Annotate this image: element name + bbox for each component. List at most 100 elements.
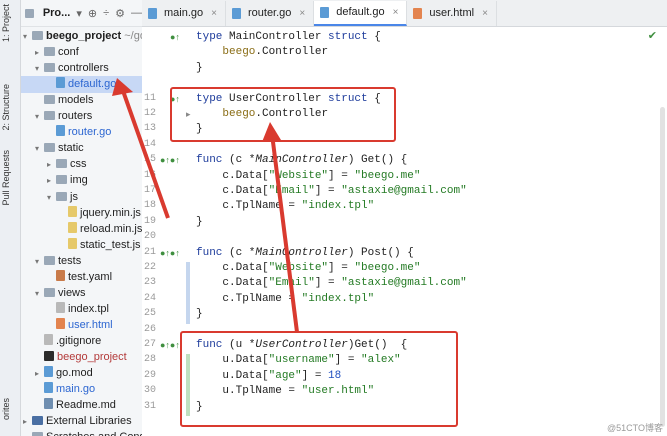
tree-item[interactable]: ▸ External Libraries (21, 413, 132, 430)
code-line[interactable]: c.Data["Website"] = "beego.me" (196, 170, 420, 182)
implements-gutter-icon[interactable]: ●↑●↑ (160, 248, 180, 258)
tree-item[interactable]: ▸ css (21, 156, 87, 173)
tree-item-label: index.tpl (68, 302, 109, 315)
tab-default-go[interactable]: default.go × (314, 1, 408, 26)
folder-icon (44, 255, 55, 265)
project-panel-title[interactable]: Pro... (43, 7, 71, 19)
tree-item[interactable]: ▾ js (21, 189, 78, 206)
line-number: 30 (143, 385, 156, 397)
chevron-down-icon[interactable]: ▾ (35, 253, 44, 270)
tree-item-label: routers (58, 110, 93, 123)
gear-icon[interactable]: ⚙ (115, 7, 125, 20)
code-line[interactable]: c.Data["Email"] = "astaxie@gmail.com" (196, 277, 466, 289)
chevron-down-icon[interactable]: ▾ (35, 285, 44, 302)
implements-gutter-icon[interactable]: ●↑ (170, 32, 180, 42)
chevron-right-icon[interactable]: ▸ (23, 413, 32, 430)
tree-item[interactable]: jquery.min.js (21, 205, 141, 222)
tree-item[interactable]: ▸ img (21, 172, 88, 189)
tree-item[interactable]: models (21, 92, 93, 109)
tab-main-go[interactable]: main.go × (142, 1, 226, 26)
close-icon[interactable]: × (211, 1, 217, 26)
code-line[interactable]: func (c *MainController) Post() { (196, 247, 414, 259)
locate-icon[interactable]: ⊕ (88, 7, 97, 20)
line-number: 12 (143, 108, 156, 119)
tool-window-strip: 1: Project 2: Structure Pull Requests or… (0, 0, 21, 436)
inspection-ok-icon[interactable]: ✔ (648, 29, 657, 42)
favorites-tool-tab[interactable]: orites (1, 398, 11, 420)
tree-item[interactable]: static_test.js (21, 237, 141, 254)
chevron-down-icon[interactable]: ▾ (35, 60, 44, 77)
tree-item-label: css (70, 158, 87, 171)
line-number: 18 (143, 200, 156, 212)
project-folder-icon (25, 8, 34, 18)
tree-item[interactable]: ▸ conf (21, 44, 79, 61)
code-line[interactable]: beego.Controller (196, 46, 328, 58)
tab-user-html[interactable]: user.html × (407, 1, 497, 26)
tree-item-label: user.html (68, 318, 113, 331)
code-line[interactable]: c.TplName = "index.tpl" (196, 200, 374, 212)
tree-item[interactable]: .gitignore (21, 333, 101, 350)
chevron-down-icon[interactable]: ▾ (47, 189, 56, 206)
code-line[interactable]: type MainController struct { (196, 31, 381, 43)
chevron-down-icon[interactable]: ▾ (35, 108, 44, 125)
tree-item[interactable]: ▾ controllers (21, 60, 109, 77)
tree-item[interactable]: ▾ static (21, 140, 84, 157)
tab-router-go[interactable]: router.go × (226, 1, 315, 26)
callout-usercontroller-get (180, 331, 458, 427)
tree-item[interactable]: default.go (21, 76, 142, 94)
tree-item[interactable]: beego_project (21, 349, 127, 366)
structure-tool-tab[interactable]: 2: Structure (1, 84, 11, 131)
line-number: 24 (143, 292, 156, 304)
tree-item[interactable]: index.tpl (21, 301, 109, 318)
editor-scrollbar[interactable] (660, 107, 665, 427)
close-icon[interactable]: × (299, 1, 305, 26)
code-line[interactable]: c.Data["Website"] = "beego.me" (196, 262, 420, 274)
chevron-down-icon[interactable]: ▾ (35, 140, 44, 157)
folder-icon (44, 111, 55, 121)
vcs-change-marker[interactable] (186, 262, 190, 324)
code-line[interactable]: func (c *MainController) Get() { (196, 154, 407, 166)
pull-requests-tool-tab[interactable]: Pull Requests (1, 150, 11, 206)
close-icon[interactable]: × (393, 1, 399, 24)
code-line[interactable]: } (196, 216, 203, 228)
project-toolbar: Pro... ▾ ⊕ ÷ ⚙ — (21, 0, 142, 27)
project-tool-tab[interactable]: 1: Project (1, 4, 11, 42)
js-file-icon (68, 237, 77, 249)
tree-item-label: img (70, 174, 88, 187)
tree-item[interactable]: reload.min.js (21, 221, 142, 238)
tree-item[interactable]: main.go (21, 381, 95, 398)
tree-item[interactable]: ▸ go.mod (21, 365, 93, 382)
minimize-icon[interactable]: — (131, 7, 142, 19)
tree-item[interactable]: user.html (21, 317, 113, 334)
tree-item[interactable]: ▾ routers (21, 108, 92, 125)
tree-item[interactable]: router.go (21, 124, 111, 141)
code-line[interactable]: c.TplName = "index.tpl" (196, 293, 374, 305)
collapse-icon[interactable]: ÷ (103, 7, 109, 19)
code-line[interactable]: } (196, 62, 203, 74)
line-number: 11 (143, 92, 156, 104)
implements-gutter-icon[interactable]: ●↑●↑ (160, 340, 180, 350)
tree-item[interactable]: ▾ tests (21, 253, 81, 270)
chevron-right-icon[interactable]: ▸ (47, 172, 56, 189)
tree-item[interactable]: test.yaml (21, 269, 112, 286)
tree-item[interactable]: Readme.md (21, 397, 116, 414)
tree-item-label: Readme.md (56, 399, 116, 412)
tree-item-label: test.yaml (68, 270, 113, 283)
code-editor[interactable]: 11 12 13 14 15 16 17 18 19 20 21 22 23 24 25 26 27 28 29 30… (142, 27, 667, 436)
close-icon[interactable]: × (482, 1, 488, 26)
implements-gutter-icon[interactable]: ●↑●↑ (160, 155, 180, 165)
tree-item[interactable]: ▾ beego_project ~/go/ (21, 28, 142, 45)
go-file-icon (148, 8, 157, 19)
chevron-right-icon[interactable]: ▸ (47, 156, 56, 173)
tree-item-label: default.go (68, 78, 117, 91)
code-line[interactable]: } (196, 308, 203, 320)
line-number: 16 (143, 169, 156, 181)
chevron-down-icon[interactable]: ▾ (76, 7, 82, 20)
code-line[interactable]: c.Data["Email"] = "astaxie@gmail.com" (196, 185, 466, 197)
chevron-right-icon[interactable]: ▸ (35, 365, 44, 382)
tree-item[interactable]: ▾ views (21, 285, 86, 302)
chevron-down-icon[interactable]: ▾ (23, 28, 32, 45)
tree-item[interactable]: Scratches and Conso (21, 429, 142, 436)
folder-icon (56, 175, 67, 185)
chevron-right-icon[interactable]: ▸ (35, 44, 44, 61)
